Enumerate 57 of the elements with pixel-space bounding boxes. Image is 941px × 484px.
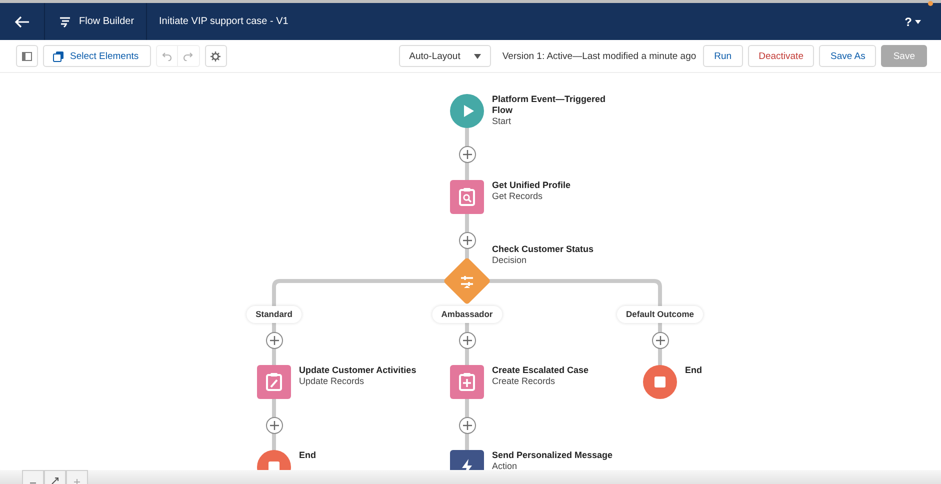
- app-name: Flow Builder: [79, 16, 134, 27]
- node-title: Update Customer Activities: [299, 365, 418, 376]
- branch-label: Default Outcome: [617, 306, 703, 323]
- node-title: Create Escalated Case: [492, 365, 590, 376]
- layout-dropdown[interactable]: Auto-Layout: [399, 45, 492, 67]
- back-arrow-icon[interactable]: [14, 16, 30, 28]
- select-elements-button[interactable]: Select Elements: [43, 45, 151, 67]
- plus-icon: [462, 234, 472, 246]
- node-title: Send Personalized Message: [492, 450, 614, 461]
- node-type: Decision: [492, 255, 528, 266]
- branch-label: Standard: [246, 306, 302, 323]
- notification-dot: [928, 1, 933, 6]
- plus-icon: [462, 420, 472, 430]
- node-title: End: [685, 365, 703, 376]
- add-element-button[interactable]: [458, 146, 476, 162]
- node-type: Create Records: [492, 376, 556, 387]
- node-type: Start: [492, 116, 512, 127]
- toolbar-button[interactable]: Deactivate: [748, 45, 814, 67]
- plus-icon: [462, 148, 472, 160]
- play-icon[interactable]: [450, 94, 484, 128]
- flow-icon: [59, 16, 71, 28]
- branch-label: Ambassador: [432, 306, 502, 323]
- settings-button[interactable]: [204, 45, 227, 67]
- plus-icon: [268, 334, 280, 346]
- plus-icon: [268, 420, 280, 430]
- add-element-button[interactable]: [266, 416, 282, 434]
- gear-icon: [210, 50, 222, 62]
- clipboard-plus-icon[interactable]: [450, 365, 484, 399]
- toolbar-button[interactable]: Run: [703, 45, 743, 67]
- add-element-button[interactable]: [652, 332, 668, 348]
- caret-icon: [474, 54, 482, 58]
- caret-icon: [915, 20, 921, 24]
- clipboard-search-icon[interactable]: [450, 180, 484, 214]
- node-title: Get Unified Profile: [492, 180, 572, 191]
- add-element-button[interactable]: [458, 332, 476, 348]
- version-status: Version 1: Active—Last modified a minute ago: [502, 50, 696, 62]
- node-title: Platform Event—Triggered Flow: [492, 94, 607, 116]
- plus-icon: [654, 334, 666, 346]
- help-menu[interactable]: ?: [904, 14, 921, 28]
- node-type: Get Records: [492, 191, 544, 202]
- flow-title: Initiate VIP support case - V1: [159, 16, 288, 27]
- node-title: Check Customer Status: [492, 244, 595, 255]
- stop-icon[interactable]: [643, 365, 677, 399]
- toolbar-button[interactable]: Save As: [819, 45, 876, 67]
- add-element-button[interactable]: [266, 332, 282, 348]
- add-element-button[interactable]: [458, 416, 476, 434]
- plus-icon: [462, 334, 472, 346]
- node-type: Action: [492, 461, 518, 470]
- node-title: End: [299, 450, 317, 461]
- clipboard-pencil-icon[interactable]: [257, 365, 291, 399]
- node-type: Update Records: [299, 376, 366, 387]
- stacked-squares-icon: [53, 50, 64, 62]
- fit-view-icon[interactable]: [44, 470, 66, 484]
- redo-icon: [183, 51, 194, 61]
- add-element-button[interactable]: [458, 232, 476, 248]
- undo-icon: [162, 51, 172, 61]
- panel-toggle-icon[interactable]: [16, 45, 38, 67]
